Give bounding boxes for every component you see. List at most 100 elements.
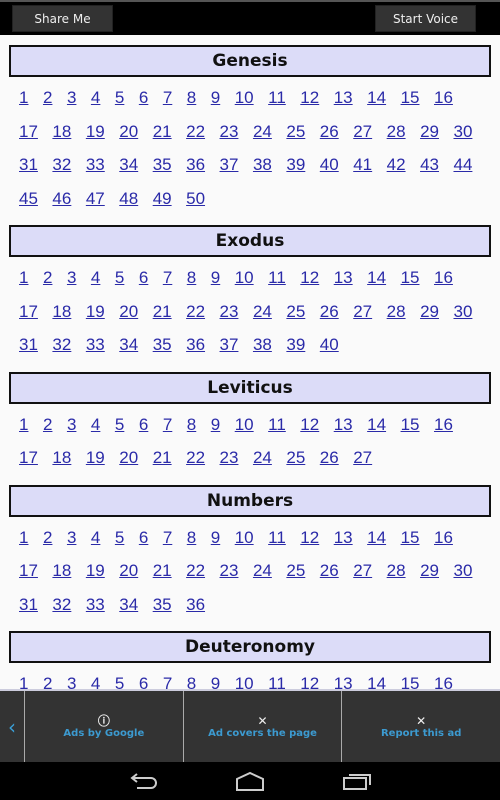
chapter-link[interactable]: 5 xyxy=(112,81,127,115)
chapter-link[interactable]: 26 xyxy=(317,295,342,329)
chapter-link[interactable]: 17 xyxy=(16,295,41,329)
chapter-link[interactable]: 19 xyxy=(83,295,108,329)
chapter-link[interactable]: 4 xyxy=(88,408,103,442)
chapter-link[interactable]: 24 xyxy=(250,441,275,475)
chapter-link[interactable]: 6 xyxy=(136,261,151,295)
chapter-link[interactable]: 3 xyxy=(64,521,79,555)
chapter-link[interactable]: 9 xyxy=(208,667,223,689)
chapter-link[interactable]: 33 xyxy=(83,328,108,362)
chapter-link[interactable]: 31 xyxy=(16,328,41,362)
chapter-link[interactable]: 7 xyxy=(160,667,175,689)
chapter-link[interactable]: 7 xyxy=(160,408,175,442)
chapter-link[interactable]: 15 xyxy=(398,261,423,295)
book-chapter-list[interactable]: Genesis 1 2 3 4 5 6 7 8 9 10 11 12 13 14 15 16 17 18 19 20 21… xyxy=(0,35,500,689)
chapter-link[interactable]: 17 xyxy=(16,115,41,149)
chapter-link[interactable]: 21 xyxy=(150,295,175,329)
chapter-link[interactable]: 23 xyxy=(217,115,242,149)
chapter-link[interactable]: 45 xyxy=(16,182,41,216)
report-ad-button[interactable]: ✕ Report this ad xyxy=(342,691,500,762)
chapter-link[interactable]: 12 xyxy=(297,521,322,555)
chapter-link[interactable]: 23 xyxy=(217,295,242,329)
chapter-link[interactable]: 32 xyxy=(49,148,74,182)
chapter-link[interactable]: 7 xyxy=(160,521,175,555)
chapter-link[interactable]: 41 xyxy=(350,148,375,182)
chapter-link[interactable]: 30 xyxy=(450,115,475,149)
chapter-link[interactable]: 18 xyxy=(49,554,74,588)
chapter-link[interactable]: 34 xyxy=(116,148,141,182)
chapter-link[interactable]: 10 xyxy=(232,408,257,442)
chapter-link[interactable]: 24 xyxy=(250,115,275,149)
chapter-link[interactable]: 11 xyxy=(265,521,289,555)
chapter-link[interactable]: 22 xyxy=(183,554,208,588)
chapter-link[interactable]: 27 xyxy=(350,115,375,149)
chapter-link[interactable]: 23 xyxy=(217,554,242,588)
chapter-link[interactable]: 22 xyxy=(183,441,208,475)
chapter-link[interactable]: 11 xyxy=(265,408,289,442)
chapter-link[interactable]: 4 xyxy=(88,81,103,115)
start-voice-button[interactable]: Start Voice xyxy=(375,5,476,32)
share-me-button[interactable]: Share Me xyxy=(12,5,113,32)
chapter-link[interactable]: 33 xyxy=(83,588,108,622)
chapter-link[interactable]: 21 xyxy=(150,554,175,588)
chapter-link[interactable]: 35 xyxy=(150,328,175,362)
chapter-link[interactable]: 15 xyxy=(398,667,423,689)
chapter-link[interactable]: 17 xyxy=(16,441,41,475)
chapter-link[interactable]: 1 xyxy=(16,521,31,555)
chevron-left-icon[interactable]: ‹ xyxy=(0,691,25,762)
chapter-link[interactable]: 26 xyxy=(317,115,342,149)
chapter-link[interactable]: 10 xyxy=(232,81,257,115)
chapter-link[interactable]: 6 xyxy=(136,667,151,689)
chapter-link[interactable]: 7 xyxy=(160,261,175,295)
chapter-link[interactable]: 49 xyxy=(150,182,175,216)
chapter-link[interactable]: 20 xyxy=(116,554,141,588)
chapter-link[interactable]: 31 xyxy=(16,588,41,622)
chapter-link[interactable]: 9 xyxy=(208,408,223,442)
chapter-link[interactable]: 5 xyxy=(112,521,127,555)
chapter-link[interactable]: 40 xyxy=(317,328,342,362)
chapter-link[interactable]: 13 xyxy=(331,261,356,295)
chapter-link[interactable]: 27 xyxy=(350,554,375,588)
chapter-link[interactable]: 1 xyxy=(16,408,31,442)
chapter-link[interactable]: 43 xyxy=(417,148,442,182)
chapter-link[interactable]: 50 xyxy=(183,182,208,216)
chapter-link[interactable]: 13 xyxy=(331,408,356,442)
chapter-link[interactable]: 8 xyxy=(184,521,199,555)
chapter-link[interactable]: 29 xyxy=(417,295,442,329)
chapter-link[interactable]: 26 xyxy=(317,554,342,588)
chapter-link[interactable]: 8 xyxy=(184,667,199,689)
chapter-link[interactable]: 2 xyxy=(40,667,55,689)
chapter-link[interactable]: 34 xyxy=(116,328,141,362)
chapter-link[interactable]: 10 xyxy=(232,667,257,689)
chapter-link[interactable]: 39 xyxy=(283,148,308,182)
ads-by-google-button[interactable]: ⓘ Ads by Google xyxy=(25,691,184,762)
chapter-link[interactable]: 32 xyxy=(49,588,74,622)
chapter-link[interactable]: 11 xyxy=(265,81,289,115)
chapter-link[interactable]: 4 xyxy=(88,667,103,689)
chapter-link[interactable]: 10 xyxy=(232,261,257,295)
chapter-link[interactable]: 22 xyxy=(183,295,208,329)
chapter-link[interactable]: 2 xyxy=(40,261,55,295)
chapter-link[interactable]: 8 xyxy=(184,261,199,295)
chapter-link[interactable]: 27 xyxy=(350,441,375,475)
chapter-link[interactable]: 28 xyxy=(384,115,409,149)
chapter-link[interactable]: 11 xyxy=(265,261,289,295)
chapter-link[interactable]: 2 xyxy=(40,521,55,555)
chapter-link[interactable]: 18 xyxy=(49,115,74,149)
chapter-link[interactable]: 36 xyxy=(183,148,208,182)
chapter-link[interactable]: 37 xyxy=(217,328,242,362)
chapter-link[interactable]: 21 xyxy=(150,441,175,475)
chapter-link[interactable]: 36 xyxy=(183,328,208,362)
chapter-link[interactable]: 19 xyxy=(83,441,108,475)
chapter-link[interactable]: 25 xyxy=(283,295,308,329)
chapter-link[interactable]: 33 xyxy=(83,148,108,182)
chapter-link[interactable]: 14 xyxy=(364,261,389,295)
chapter-link[interactable]: 12 xyxy=(297,667,322,689)
chapter-link[interactable]: 5 xyxy=(112,408,127,442)
chapter-link[interactable]: 1 xyxy=(16,81,31,115)
chapter-link[interactable]: 19 xyxy=(83,554,108,588)
chapter-link[interactable]: 36 xyxy=(183,588,208,622)
chapter-link[interactable]: 37 xyxy=(217,148,242,182)
chapter-link[interactable]: 17 xyxy=(16,554,41,588)
recent-apps-icon[interactable] xyxy=(341,770,373,792)
chapter-link[interactable]: 16 xyxy=(431,81,456,115)
